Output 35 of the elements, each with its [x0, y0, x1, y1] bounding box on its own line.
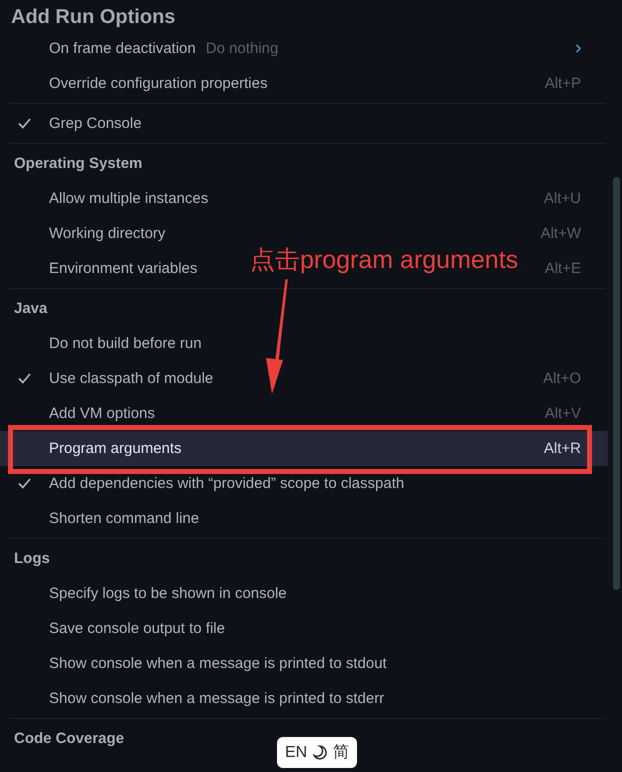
shortcut-label: Alt+O	[543, 370, 581, 387]
menu-item[interactable]: Add dependencies with “provided” scope to classpath	[49, 475, 404, 492]
ime-language-label: EN	[285, 744, 308, 762]
moon-icon	[313, 745, 328, 760]
shortcut-label: Alt+V	[544, 405, 581, 422]
shortcut-label: Alt+R	[544, 440, 581, 457]
menu-title: Add Run Options	[11, 6, 176, 28]
menu-item[interactable]: Allow multiple instances	[49, 190, 208, 207]
menu-item[interactable]: Save console output to file	[49, 620, 225, 637]
menu-item[interactable]: Use classpath of module	[49, 370, 214, 387]
menu-item[interactable]: On frame deactivation	[49, 40, 196, 57]
menu-item[interactable]: Add VM options	[49, 405, 155, 422]
menu-item[interactable]: Grep Console	[49, 115, 142, 132]
ime-mode-label: 简	[333, 743, 350, 763]
shortcut-label: Alt+P	[544, 75, 581, 92]
menu-item-value: Do nothing	[206, 40, 278, 57]
menu-item[interactable]: Override configuration properties	[49, 75, 268, 92]
section-heading: Operating System	[14, 155, 142, 172]
menu-item[interactable]: Specify logs to be shown in console	[49, 585, 287, 602]
menu-item[interactable]: Program arguments	[49, 440, 182, 457]
shortcut-label: Alt+W	[540, 225, 581, 242]
menu-item[interactable]: Working directory	[49, 225, 166, 242]
annotation-text: 点击program arguments	[250, 245, 518, 275]
menu-item[interactable]: Environment variables	[49, 260, 198, 277]
scrollbar-thumb[interactable]	[613, 177, 620, 590]
menu-item[interactable]: Show console when a message is printed to stderr	[49, 690, 384, 707]
shortcut-label: Alt+U	[544, 190, 581, 207]
menu-item[interactable]: Shorten command line	[49, 510, 200, 527]
section-heading: Code Coverage	[14, 730, 124, 747]
menu-item[interactable]: Show console when a message is printed to stdout	[49, 655, 387, 672]
ime-indicator[interactable]: EN 简	[277, 737, 358, 768]
shortcut-label: Alt+E	[544, 260, 581, 277]
menu-item[interactable]: Do not build before run	[49, 335, 202, 352]
section-heading: Java	[14, 300, 48, 317]
section-heading: Logs	[14, 550, 50, 567]
